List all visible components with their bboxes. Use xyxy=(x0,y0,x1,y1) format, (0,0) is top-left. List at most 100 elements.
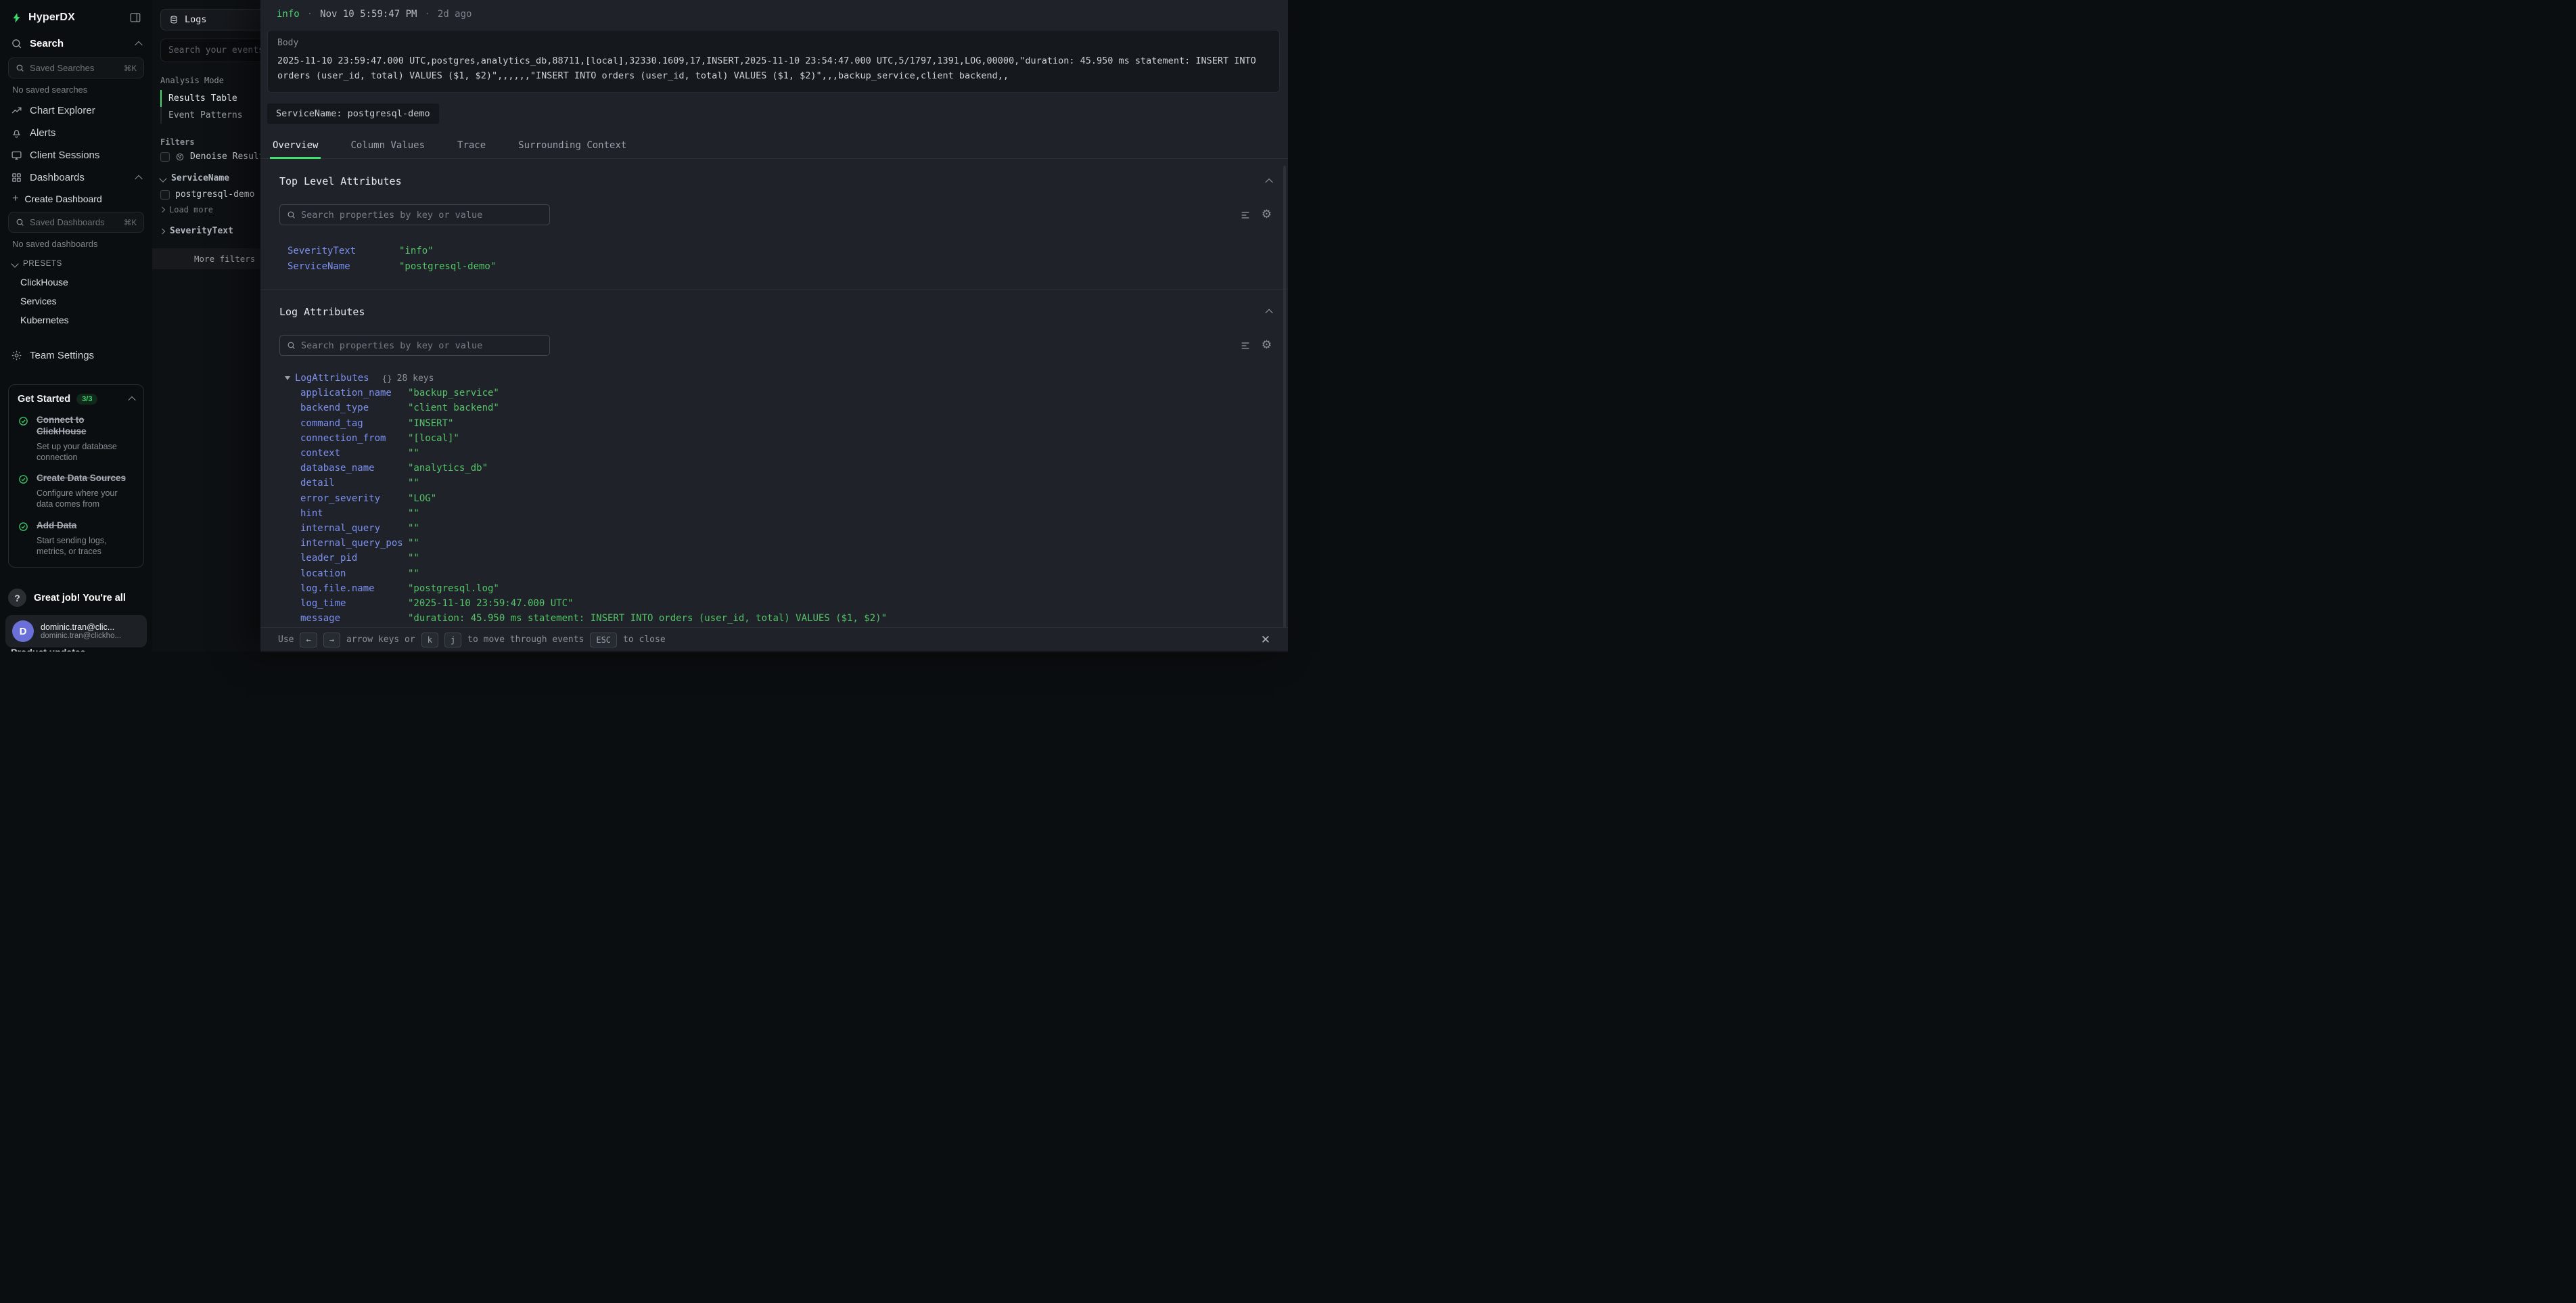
mode-results-table[interactable]: Results Table xyxy=(160,90,260,107)
kbd-j: j xyxy=(444,633,461,647)
create-dashboard-button[interactable]: + Create Dashboard xyxy=(0,189,152,209)
more-filters-button[interactable]: More filters xyxy=(152,248,260,269)
preset-item[interactable]: Services xyxy=(0,292,152,311)
load-more-label: Load more xyxy=(169,205,213,214)
user-name: dominic.tran@clic... xyxy=(41,622,121,632)
attribute-row[interactable]: internal_query "" xyxy=(279,521,1272,536)
sidebar-item-client-sessions[interactable]: Client Sessions xyxy=(0,144,152,166)
tree-collapse-caret-icon[interactable] xyxy=(285,376,290,380)
sidebar-item-team-settings[interactable]: Team Settings xyxy=(0,344,152,367)
denoise-label: Denoise Results xyxy=(190,152,260,162)
help-button[interactable]: ? xyxy=(8,589,26,607)
event-search-field[interactable] xyxy=(168,45,260,55)
app-sidebar: HyperDX Search ⌘K No saved searches Char… xyxy=(0,0,152,652)
attribute-row[interactable]: error_severity "LOG" xyxy=(279,491,1272,506)
property-search-field[interactable] xyxy=(301,210,543,221)
property-search-field[interactable] xyxy=(301,340,543,351)
get-started-header[interactable]: Get Started 3/3 xyxy=(18,394,135,405)
scrollbar-thumb[interactable] xyxy=(1283,166,1286,627)
filter-checkbox[interactable] xyxy=(160,190,170,200)
attribute-row[interactable]: context "" xyxy=(279,446,1272,461)
monitor-icon xyxy=(11,150,22,161)
get-started-item[interactable]: Create Data Sources Configure where your… xyxy=(18,473,135,509)
attribute-row[interactable]: ServiceName "postgresql-demo" xyxy=(279,258,1272,274)
attribute-row[interactable]: connection_from "[local]" xyxy=(279,431,1272,446)
event-search-input[interactable] xyxy=(160,39,260,62)
search-icon xyxy=(16,218,24,227)
user-menu[interactable]: D dominic.tran@clic... dominic.tran@clic… xyxy=(5,615,147,647)
attribute-row[interactable]: location "" xyxy=(279,566,1272,580)
chevron-right-icon xyxy=(160,228,165,233)
tab-overview[interactable]: Overview xyxy=(270,133,321,159)
body-text[interactable]: 2025-11-10 23:59:47.000 UTC,postgres,ana… xyxy=(277,54,1270,83)
severity-badge: info xyxy=(277,9,300,20)
attribute-row[interactable]: database_name "analytics_db" xyxy=(279,461,1272,476)
filter-option-postgresql-demo[interactable]: postgresql-demo xyxy=(160,189,260,200)
tab-surrounding-context[interactable]: Surrounding Context xyxy=(515,133,629,159)
filter-group-label: SeverityText xyxy=(170,226,233,236)
filter-group-servicename[interactable]: ServiceName xyxy=(160,173,260,183)
saved-searches-input[interactable]: ⌘K xyxy=(8,58,144,78)
attribute-row[interactable]: message "duration: 45.950 ms statement: … xyxy=(279,611,1272,626)
attribute-row[interactable]: SeverityText "info" xyxy=(279,243,1272,258)
attribute-row[interactable]: hint "" xyxy=(279,506,1272,521)
sidebar-item-alerts[interactable]: Alerts xyxy=(0,122,152,144)
chevron-up-icon[interactable] xyxy=(135,41,142,48)
attribute-row[interactable]: detail "" xyxy=(279,476,1272,490)
filter-group-label: ServiceName xyxy=(171,173,229,183)
gear-icon[interactable]: ⚙ xyxy=(1262,340,1272,351)
sidebar-item-search[interactable]: Search xyxy=(0,32,152,55)
kbd-esc: ESC xyxy=(590,633,617,647)
saved-searches-field[interactable] xyxy=(30,63,118,73)
attribute-row[interactable]: backend_type "client backend" xyxy=(279,401,1272,415)
separator: · xyxy=(424,9,430,20)
attribute-row[interactable]: log_time "2025-11-10 23:59:47.000 UTC" xyxy=(279,596,1272,611)
chevron-up-icon[interactable] xyxy=(135,175,142,182)
attribute-row[interactable]: log.file.name "postgresql.log" xyxy=(279,581,1272,596)
kbd-arrow-right: → xyxy=(323,633,340,647)
denoise-checkbox[interactable] xyxy=(160,152,170,162)
list-options-icon[interactable] xyxy=(1240,340,1251,351)
source-selector[interactable]: Logs xyxy=(160,9,260,30)
mode-event-patterns[interactable]: Event Patterns xyxy=(160,107,260,124)
chevron-up-icon[interactable] xyxy=(128,396,135,404)
presets-list: ClickHouse Services Kubernetes xyxy=(0,273,152,329)
attribute-row[interactable]: process_id "88711" xyxy=(279,626,1272,627)
sidebar-item-dashboards[interactable]: Dashboards xyxy=(0,166,152,189)
service-name-chip[interactable]: ServiceName: postgresql-demo xyxy=(267,104,439,124)
search-icon xyxy=(11,38,22,49)
attribute-row[interactable]: application_name "backup_service" xyxy=(279,386,1272,401)
filter-group-severitytext[interactable]: SeverityText xyxy=(160,226,260,236)
property-search-input[interactable] xyxy=(279,335,550,356)
log-attributes-tree-root[interactable]: LogAttributes {} 28 keys xyxy=(279,373,1272,384)
load-more-button[interactable]: Load more xyxy=(160,205,260,214)
get-started-item[interactable]: Add Data Start sending logs, metrics, or… xyxy=(18,520,135,557)
attribute-row[interactable]: command_tag "INSERT" xyxy=(279,416,1272,431)
preset-item[interactable]: Kubernetes xyxy=(0,311,152,329)
tab-trace[interactable]: Trace xyxy=(455,133,488,159)
tab-column-values[interactable]: Column Values xyxy=(348,133,428,159)
search-icon xyxy=(287,210,296,219)
preset-item[interactable]: ClickHouse xyxy=(0,273,152,292)
collapse-sidebar-icon[interactable] xyxy=(129,12,141,24)
attribute-row[interactable]: internal_query_pos "" xyxy=(279,536,1272,551)
list-options-icon[interactable] xyxy=(1240,210,1251,221)
close-icon[interactable]: ✕ xyxy=(1261,633,1270,647)
presets-toggle[interactable]: PRESETS xyxy=(0,254,152,273)
saved-dashboards-input[interactable]: ⌘K xyxy=(8,212,144,233)
sidebar-item-label: Client Sessions xyxy=(30,150,99,161)
gear-icon[interactable]: ⚙ xyxy=(1262,209,1272,221)
create-dashboard-label: Create Dashboard xyxy=(24,193,101,204)
property-search-input[interactable] xyxy=(279,204,550,225)
sidebar-item-chart-explorer[interactable]: Chart Explorer xyxy=(0,99,152,122)
chevron-right-icon xyxy=(160,207,165,212)
search-filters-panel: Logs Analysis Mode Results Table Event P… xyxy=(152,0,260,652)
get-started-item[interactable]: Connect to ClickHouse Set up your databa… xyxy=(18,415,135,463)
collapse-section-icon[interactable] xyxy=(1265,309,1272,317)
attribute-row[interactable]: leader_pid "" xyxy=(279,551,1272,566)
product-updates-link[interactable]: Product updates xyxy=(11,647,85,652)
saved-dashboards-field[interactable] xyxy=(30,217,118,227)
collapse-section-icon[interactable] xyxy=(1265,179,1272,186)
tree-root-label[interactable]: LogAttributes xyxy=(295,373,369,384)
denoise-filter-row[interactable]: Denoise Results xyxy=(160,152,260,162)
